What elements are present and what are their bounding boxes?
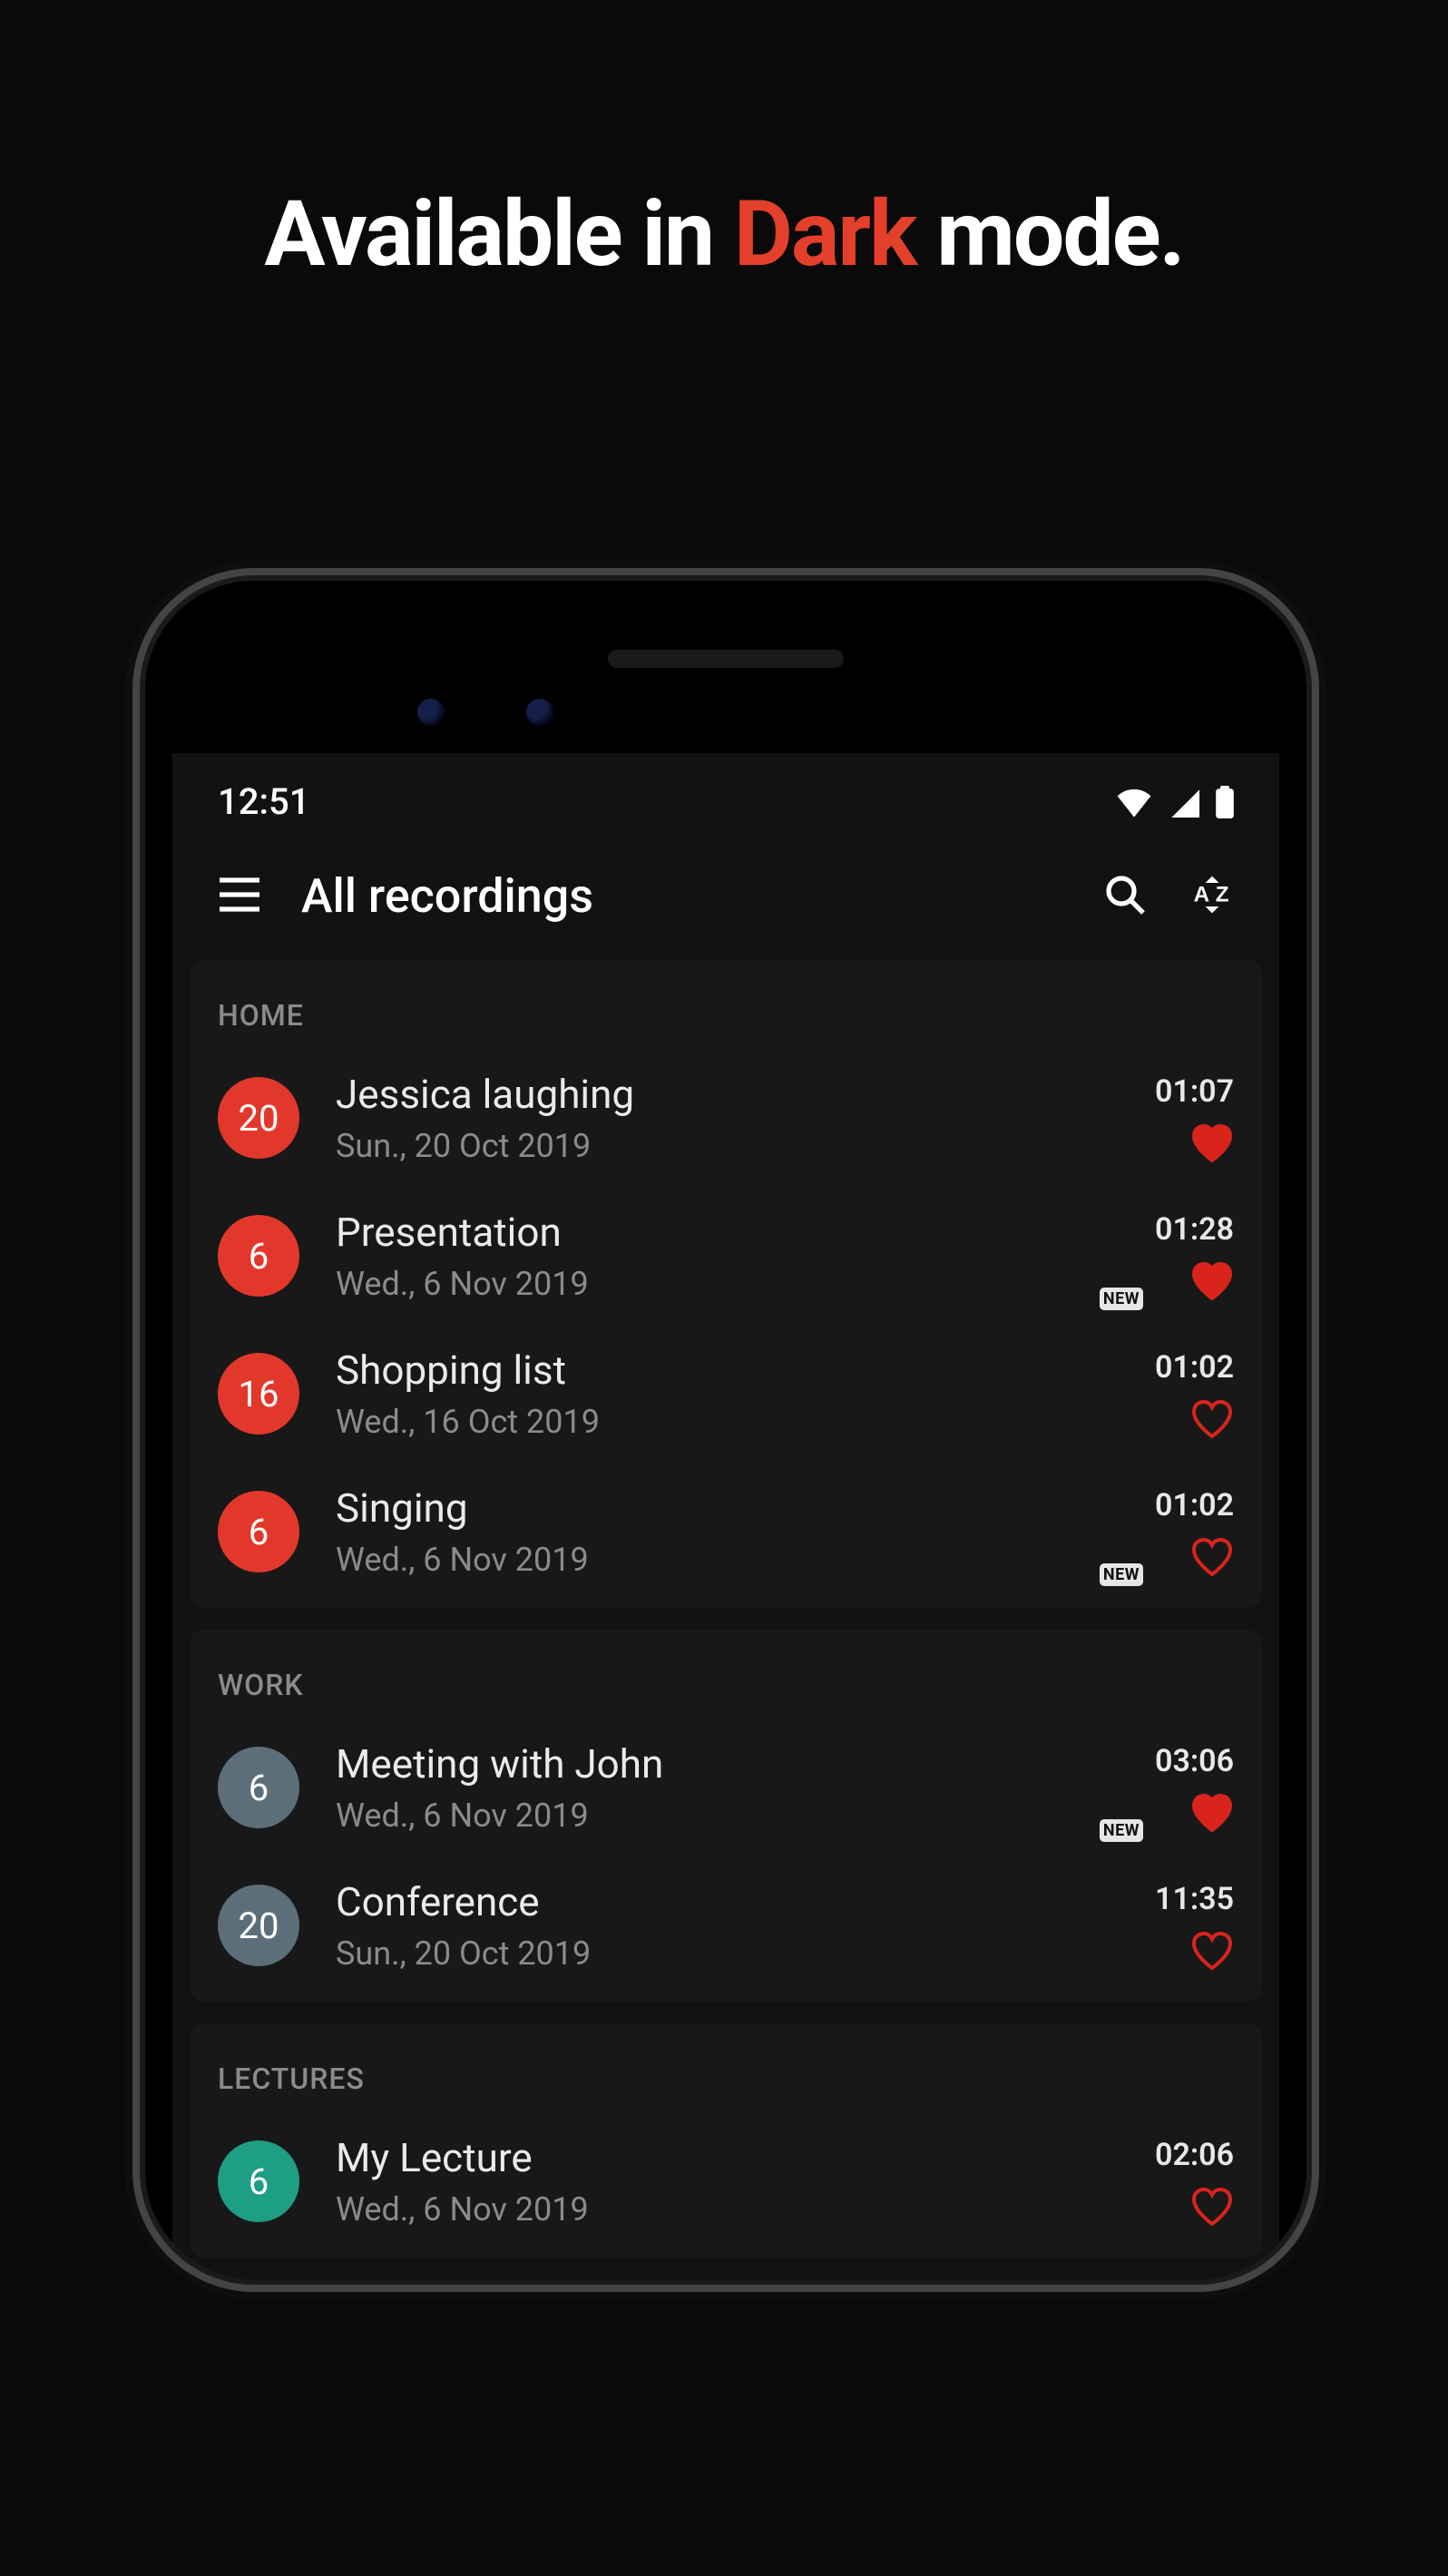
day-bubble: 6 <box>218 1215 299 1297</box>
section-header: LECTURES <box>191 2031 1261 2112</box>
heart-outline-icon[interactable] <box>1190 1536 1234 1576</box>
recording-duration: 01:28 <box>1155 1211 1234 1248</box>
section: WORK 6 Meeting with John Wed., 6 Nov 201903… <box>191 1630 1261 2002</box>
day-bubble: 20 <box>218 1077 299 1159</box>
new-badge: NEW <box>1100 1563 1143 1586</box>
recording-date: Sun., 20 Oct 2019 <box>336 1127 1155 1165</box>
wifi-icon <box>1116 787 1152 818</box>
recording-meta: 02:06 <box>1155 2137 1234 2226</box>
recording-date: Wed., 16 Oct 2019 <box>336 1403 1155 1441</box>
svg-text:Z: Z <box>1216 882 1229 906</box>
recording-main: Meeting with John Wed., 6 Nov 2019 <box>336 1740 1155 1835</box>
recording-date: Wed., 6 Nov 2019 <box>336 1797 1155 1835</box>
recording-date: Wed., 6 Nov 2019 <box>336 1265 1155 1303</box>
section-header: WORK <box>191 1637 1261 1719</box>
heart-outline-icon[interactable] <box>1190 2186 1234 2226</box>
recording-row[interactable]: 20 Jessica laughing Sun., 20 Oct 201901:07 <box>191 1049 1261 1187</box>
recordings-list: HOME20Jessica laughingSun., 20 Oct 20190… <box>172 960 1279 2258</box>
new-badge: NEW <box>1100 1819 1143 1842</box>
recording-date: Wed., 6 Nov 2019 <box>336 1541 1155 1579</box>
phone-mock: 12:51 All recordings <box>145 581 1306 2279</box>
recording-meta: 11:35 <box>1155 1881 1234 1970</box>
recording-name: My Lecture <box>336 2134 1155 2181</box>
section: HOME20Jessica laughingSun., 20 Oct 20190… <box>191 960 1261 1608</box>
hero-text-a: Available in <box>264 181 734 288</box>
sort-az-icon: A Z <box>1189 873 1236 920</box>
heart-filled-icon[interactable] <box>1190 1260 1234 1300</box>
hero-text-c: mode. <box>915 181 1183 288</box>
recording-meta: 01:02 <box>1155 1349 1234 1438</box>
hero-headline: Available in Dark mode. <box>0 0 1448 288</box>
day-bubble: 6 <box>218 1491 299 1572</box>
recording-row[interactable]: 6 Meeting with John Wed., 6 Nov 201903:06 N… <box>191 1719 1261 1856</box>
search-button[interactable] <box>1100 871 1150 922</box>
section: LECTURES 6 My Lecture Wed., 6 Nov 201902:06 <box>191 2023 1261 2258</box>
recording-name: Shopping list <box>336 1347 1155 1394</box>
status-time: 12:51 <box>218 780 309 823</box>
svg-text:A: A <box>1194 882 1209 906</box>
recording-meta: 01:07 <box>1155 1073 1234 1162</box>
front-camera-icon <box>417 699 445 726</box>
recording-row[interactable]: 20 Conference Sun., 20 Oct 201911:35 <box>191 1856 1261 1994</box>
recording-main: Jessica laughing Sun., 20 Oct 2019 <box>336 1071 1155 1165</box>
recording-duration: 01:02 <box>1155 1487 1234 1523</box>
front-camera-icon <box>526 699 553 726</box>
day-bubble: 16 <box>218 1353 299 1435</box>
hero-text-highlight: Dark <box>734 181 916 288</box>
day-bubble: 6 <box>218 2140 299 2222</box>
section-header: HOME <box>191 967 1261 1049</box>
day-bubble: 6 <box>218 1747 299 1828</box>
recording-name: Jessica laughing <box>336 1071 1155 1118</box>
recording-name: Meeting with John <box>336 1740 1155 1788</box>
battery-icon <box>1216 786 1234 818</box>
status-bar: 12:51 <box>172 753 1279 841</box>
recording-meta: 03:06 <box>1155 1743 1234 1832</box>
recording-main: Singing Wed., 6 Nov 2019 <box>336 1484 1155 1579</box>
recording-name: Singing <box>336 1484 1155 1532</box>
recording-row[interactable]: 6 Presentation Wed., 6 Nov 201901:28 NEW <box>191 1187 1261 1325</box>
recording-date: Sun., 20 Oct 2019 <box>336 1934 1155 1973</box>
heart-filled-icon[interactable] <box>1190 1792 1234 1832</box>
recording-meta: 01:02 <box>1155 1487 1234 1576</box>
phone-screen: 12:51 All recordings <box>172 753 1279 2279</box>
recording-duration: 03:06 <box>1155 1743 1234 1779</box>
recording-row[interactable]: 16 Shopping list Wed., 16 Oct 201901:02 <box>191 1325 1261 1463</box>
recording-name: Conference <box>336 1878 1155 1925</box>
recording-duration: 01:07 <box>1155 1073 1234 1110</box>
recording-duration: 11:35 <box>1155 1881 1234 1917</box>
recording-date: Wed., 6 Nov 2019 <box>336 2190 1155 2228</box>
hamburger-icon <box>218 877 261 916</box>
app-bar: All recordings A Z <box>172 841 1279 960</box>
cellular-icon <box>1169 787 1199 818</box>
heart-filled-icon[interactable] <box>1190 1122 1234 1162</box>
recording-duration: 02:06 <box>1155 2137 1234 2173</box>
recording-meta: 01:28 <box>1155 1211 1234 1300</box>
recording-main: My Lecture Wed., 6 Nov 2019 <box>336 2134 1155 2228</box>
recording-name: Presentation <box>336 1209 1155 1256</box>
new-badge: NEW <box>1100 1288 1143 1310</box>
day-bubble: 20 <box>218 1885 299 1966</box>
search-icon <box>1103 873 1147 920</box>
page-title: All recordings <box>301 868 1063 924</box>
recording-main: Conference Sun., 20 Oct 2019 <box>336 1878 1155 1973</box>
heart-outline-icon[interactable] <box>1190 1930 1234 1970</box>
recording-row[interactable]: 6 My Lecture Wed., 6 Nov 201902:06 <box>191 2112 1261 2250</box>
menu-button[interactable] <box>214 871 265 922</box>
recording-duration: 01:02 <box>1155 1349 1234 1386</box>
recording-row[interactable]: 6 Singing Wed., 6 Nov 201901:02 NEW <box>191 1463 1261 1601</box>
recording-main: Shopping list Wed., 16 Oct 2019 <box>336 1347 1155 1441</box>
recording-main: Presentation Wed., 6 Nov 2019 <box>336 1209 1155 1303</box>
sort-button[interactable]: A Z <box>1187 871 1238 922</box>
heart-outline-icon[interactable] <box>1190 1398 1234 1438</box>
phone-speaker <box>608 650 844 668</box>
